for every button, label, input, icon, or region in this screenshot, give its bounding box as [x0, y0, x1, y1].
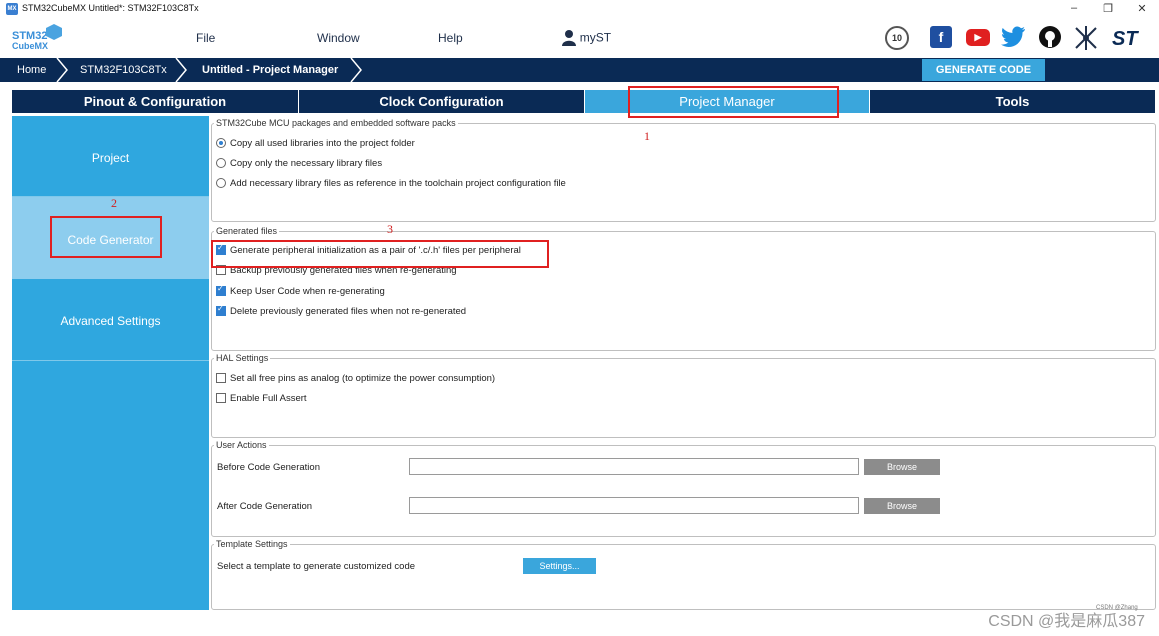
sidebar-item-label: Advanced Settings: [60, 314, 161, 328]
breadcrumb-current[interactable]: Untitled - Project Manager: [202, 58, 338, 82]
minimize-button[interactable]: –: [1066, 2, 1082, 14]
after-browse-button[interactable]: Browse: [864, 498, 940, 514]
packages-group-title: STM32Cube MCU packages and embedded soft…: [214, 118, 458, 128]
window-title-bar: MX STM32CubeMX Untitled*: STM32F103C8Tx …: [0, 0, 1159, 19]
tab-tools[interactable]: Tools: [870, 90, 1155, 113]
breadcrumb-home[interactable]: Home: [17, 58, 46, 82]
breadcrumb-mcu[interactable]: STM32F103C8Tx: [80, 58, 167, 82]
annotation-number-2: 2: [111, 196, 117, 210]
github-icon[interactable]: [1038, 25, 1062, 52]
option-label: Enable Full Assert: [230, 393, 307, 404]
sidebar-item-project[interactable]: Project: [12, 116, 209, 197]
st-logo-icon[interactable]: ST: [1112, 28, 1138, 51]
checkbox-free-pins-analog[interactable]: Set all free pins as analog (to optimize…: [216, 373, 495, 384]
before-code-generation-label: Before Code Generation: [217, 462, 320, 473]
restore-button[interactable]: ❐: [1100, 2, 1116, 15]
annotation-number-1: 1: [644, 129, 650, 143]
logo-top-text: STM32: [12, 30, 48, 42]
radio-copy-all[interactable]: Copy all used libraries into the project…: [216, 138, 415, 149]
tab-pinout-configuration[interactable]: Pinout & Configuration: [12, 90, 298, 113]
template-settings-group: [211, 544, 1156, 610]
checkbox-delete-previous[interactable]: Delete previously generated files when n…: [216, 304, 467, 317]
hal-settings-group: [211, 358, 1156, 438]
option-label: Add necessary library files as reference…: [230, 178, 566, 189]
watermark: CSDN @我是麻瓜387: [988, 613, 1145, 630]
network-icon[interactable]: [1073, 25, 1099, 54]
checkbox-icon: [216, 284, 226, 297]
facebook-icon[interactable]: f: [930, 26, 952, 48]
twitter-icon[interactable]: [1001, 25, 1027, 52]
annotation-number-3: 3: [387, 222, 393, 236]
sidebar-item-advanced-settings[interactable]: Advanced Settings: [12, 280, 209, 361]
checkbox-full-assert[interactable]: Enable Full Assert: [216, 393, 307, 404]
user-icon: [562, 30, 576, 46]
menu-bar: STM32 CubeMX File Window Help myST 10 f …: [0, 19, 1159, 58]
tab-clock-configuration[interactable]: Clock Configuration: [299, 90, 584, 113]
radio-button-icon: [216, 138, 226, 149]
radio-copy-necessary[interactable]: Copy only the necessary library files: [216, 158, 382, 169]
anniversary-badge-icon[interactable]: 10: [885, 26, 909, 50]
after-code-generation-label: After Code Generation: [217, 501, 313, 512]
template-settings-group-title: Template Settings: [214, 539, 290, 549]
radio-add-reference[interactable]: Add necessary library files as reference…: [216, 178, 566, 189]
option-label: Copy all used libraries into the project…: [230, 138, 415, 149]
option-label: Copy only the necessary library files: [230, 158, 383, 169]
chevron-right-icon: [175, 58, 187, 82]
menu-file[interactable]: File: [196, 31, 215, 45]
close-button[interactable]: ✕: [1134, 2, 1150, 15]
logo-bottom-text: CubeMX: [12, 41, 48, 51]
template-label: Select a template to generate customized…: [217, 561, 416, 572]
annotation-box-3: [211, 240, 549, 268]
after-code-generation-input[interactable]: [409, 497, 859, 514]
app-icon: MX: [6, 3, 18, 15]
user-actions-group-title: User Actions: [214, 440, 269, 450]
option-label: Set all free pins as analog (to optimize…: [230, 373, 496, 384]
menu-window[interactable]: Window: [317, 31, 360, 45]
option-label: Keep User Code when re-generating: [230, 286, 385, 297]
chevron-right-icon: [350, 58, 362, 82]
stm32cubemx-logo: STM32 CubeMX: [12, 30, 48, 52]
window-title: STM32CubeMX Untitled*: STM32F103C8Tx: [22, 3, 199, 13]
myst-menu[interactable]: myST: [561, 29, 611, 46]
cube-icon: [46, 24, 62, 40]
checkbox-icon: [216, 393, 226, 404]
checkbox-icon: [216, 304, 226, 317]
option-label: Delete previously generated files when n…: [230, 306, 467, 317]
checkbox-keep-user-code[interactable]: Keep User Code when re-generating: [216, 284, 385, 297]
youtube-icon[interactable]: ▶: [966, 29, 990, 46]
myst-label: myST: [579, 30, 612, 45]
generated-files-group-title: Generated files: [214, 226, 280, 236]
before-code-generation-input[interactable]: [409, 458, 859, 475]
generate-code-button[interactable]: GENERATE CODE: [922, 59, 1045, 81]
radio-button-icon: [216, 158, 226, 169]
chevron-right-icon: [56, 58, 68, 82]
sidebar-item-label: Project: [91, 151, 130, 165]
before-browse-button[interactable]: Browse: [864, 459, 940, 475]
radio-button-icon: [216, 178, 226, 189]
annotation-box-2: [50, 216, 162, 258]
menu-help[interactable]: Help: [438, 31, 463, 45]
annotation-box-1: [628, 86, 839, 118]
checkbox-icon: [216, 373, 226, 384]
hal-settings-group-title: HAL Settings: [214, 353, 271, 363]
template-settings-button[interactable]: Settings...: [523, 558, 596, 574]
